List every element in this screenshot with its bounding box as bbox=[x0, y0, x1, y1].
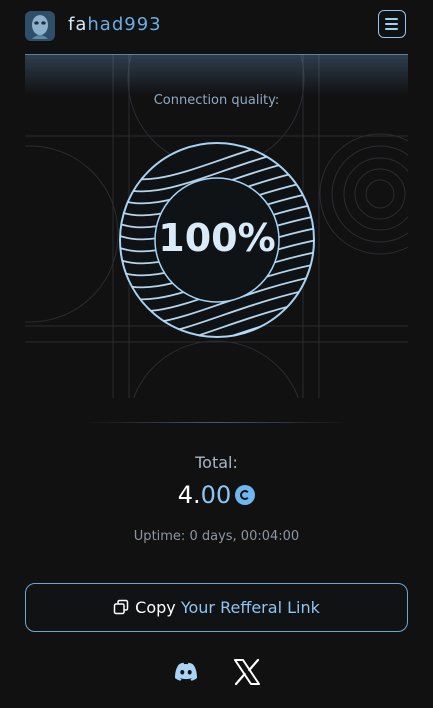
top-bar: fahad993 bbox=[0, 0, 433, 50]
total-label: Total: bbox=[195, 453, 238, 472]
total-value: 4.00 bbox=[0, 479, 433, 511]
panel-glow bbox=[25, 54, 408, 95]
copy-label: Copy bbox=[135, 598, 176, 617]
hamburger-menu-icon bbox=[385, 18, 398, 20]
x-logo-icon[interactable] bbox=[232, 657, 262, 687]
copy-icon bbox=[113, 599, 129, 615]
uptime-text: Uptime: 0 days, 00:04:00 bbox=[133, 529, 300, 544]
coin-icon bbox=[235, 485, 256, 505]
divider bbox=[85, 422, 348, 423]
connection-quality-value: 100% bbox=[158, 216, 276, 260]
copy-label-highlight: Your Refferal Link bbox=[180, 598, 320, 617]
hamburger-menu-button[interactable] bbox=[378, 10, 406, 38]
copy-referral-link-button[interactable]: Copy Your Refferal Link bbox=[25, 583, 408, 632]
connection-quality-label: Connection quality: bbox=[153, 93, 280, 108]
avatar[interactable] bbox=[25, 11, 55, 41]
username: fahad993 bbox=[68, 14, 162, 36]
total-value-integer: 4. bbox=[177, 481, 201, 509]
discord-icon[interactable] bbox=[171, 657, 201, 687]
total-value-decimal: 00 bbox=[200, 481, 232, 509]
username-part2: had993 bbox=[87, 14, 162, 35]
username-part1: fa bbox=[68, 14, 88, 35]
